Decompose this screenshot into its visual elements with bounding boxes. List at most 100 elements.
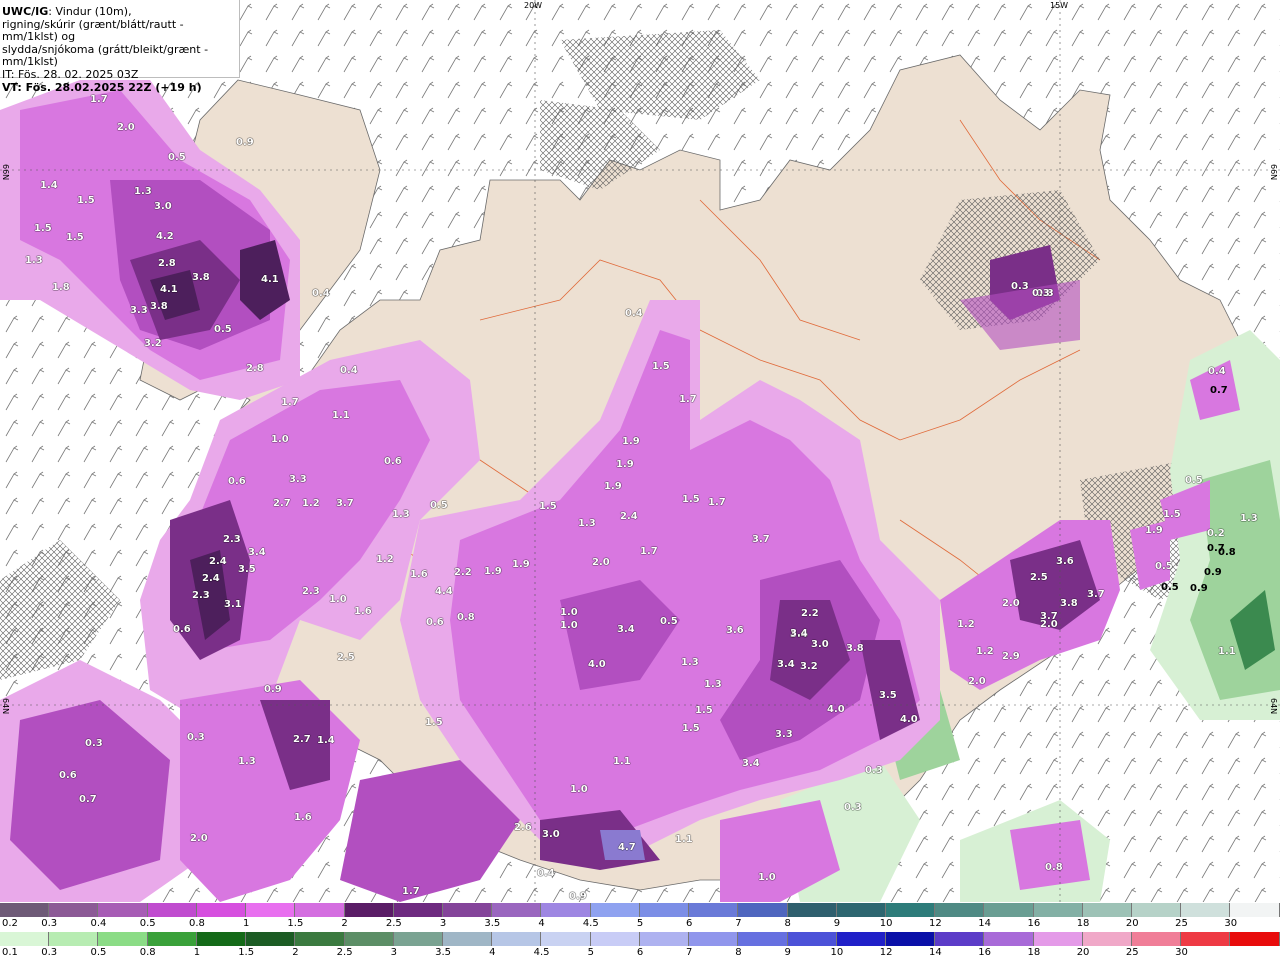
legend-tick-label: 18	[1027, 947, 1041, 958]
precip-value-label: 0.3	[865, 765, 883, 776]
precip-value-label: 1.3	[392, 509, 410, 520]
legend-tick-label: 7	[735, 918, 742, 929]
legend-swatch	[1082, 932, 1133, 946]
precip-value-label: 0.4	[537, 868, 555, 879]
legend-tick-label: 25	[1125, 947, 1139, 958]
legend-tick-label: 2.5	[385, 918, 402, 929]
legend-swatch	[1230, 932, 1280, 946]
legend-swatch	[295, 932, 345, 946]
legend-tick-label: 0.8	[188, 918, 205, 929]
precip-value-label: 1.7	[281, 397, 299, 408]
legend-tick-label: 0.3	[41, 947, 58, 958]
precip-value-label: 1.5	[682, 494, 700, 505]
legend-tick-label: 0.4	[90, 918, 107, 929]
precip-value-label: 0.3	[1011, 281, 1029, 292]
header-valid-time: VT: Fös. 28.02.2025 22Z (+19 h)	[2, 80, 202, 94]
legend-tick-label: 8	[735, 947, 742, 958]
legend-swatch	[738, 932, 788, 946]
precip-value-label: 1.0	[570, 784, 588, 795]
precip-value-label: 0.4	[340, 365, 358, 376]
legend-swatch	[442, 932, 493, 946]
weather-map-figure: 20W 15W 66N 66N 64N 64N 1.7 2.0 0.5 0.9 1.4 1…	[0, 0, 1280, 960]
legend-tick-label: 7	[686, 947, 693, 958]
precip-value-label: 2.4	[209, 556, 227, 567]
precip-value-label: 1.0	[329, 594, 347, 605]
precip-value-label: 0.6	[228, 476, 246, 487]
precip-value-label: 3.4	[248, 547, 266, 558]
legend-swatch	[885, 903, 936, 917]
legend-swatch	[196, 932, 247, 946]
precip-value-label: 3.5	[238, 564, 256, 575]
precip-value-label: 0.5	[1161, 582, 1179, 593]
precip-value-label: 0.9	[569, 891, 587, 902]
legend-swatch	[984, 932, 1034, 946]
precip-value-label: 3.1	[224, 599, 242, 610]
precip-value-label: 2.2	[801, 608, 819, 619]
precip-value-label: 2.0	[592, 557, 610, 568]
legend-tick-label: 6	[636, 947, 644, 958]
lon-label-20w: 20W	[524, 1, 543, 10]
precip-value-label: 0.6	[384, 456, 402, 467]
precip-value-label: 1.3	[25, 255, 43, 266]
precip-value-label: 0.4	[312, 288, 330, 299]
legend-tick-label: 1	[242, 918, 250, 929]
legend-swatch	[492, 932, 542, 946]
precip-value-label: 3.6	[1056, 556, 1074, 567]
legend-swatch	[98, 903, 148, 917]
legend-swatch	[1132, 932, 1182, 946]
precip-value-label: 1.3	[238, 756, 256, 767]
precip-value-label: 1.9	[484, 566, 502, 577]
legend-swatch	[689, 932, 739, 946]
precip-value-label: 4.0	[900, 714, 918, 725]
precip-value-label: 1.7	[640, 546, 658, 557]
legend-tick-label: 3.5	[435, 947, 452, 958]
legend-tick-label: 2	[341, 918, 348, 929]
legend-swatch	[0, 903, 50, 917]
precip-value-label: 0.5	[214, 324, 232, 335]
precip-value-label: 3.4	[617, 624, 635, 635]
precip-value-label: 2.5	[1030, 572, 1048, 583]
precip-value-label: 4.0	[588, 659, 606, 670]
precip-value-label: 0.6	[59, 770, 77, 781]
legend-swatch	[147, 903, 197, 917]
precip-value-label: 2.0	[190, 833, 208, 844]
model-name: UWC/IG	[2, 5, 49, 18]
legend-tick-label: 0.1	[2, 947, 18, 958]
legend-swatch	[590, 903, 640, 917]
precip-value-label: 0.8	[1218, 547, 1236, 558]
legend-tick-label: 2.5	[336, 947, 353, 958]
precip-value-label: 1.5	[34, 223, 52, 234]
precip-value-label: 3.3	[775, 729, 793, 740]
legend-tick-label: 20	[1125, 918, 1139, 929]
legend-swatch	[738, 903, 788, 917]
legend-tick-label: 3	[390, 947, 398, 958]
precip-value-label: 0.3	[85, 738, 103, 749]
precip-value-label: 2.3	[192, 590, 210, 601]
legend-tick-label: 12	[929, 918, 942, 929]
legend-swatch	[1033, 932, 1083, 946]
legend-tick-label: 14	[978, 918, 991, 929]
precip-value-label: 2.4	[202, 573, 220, 584]
precip-value-label: 0.7	[79, 794, 97, 805]
legend-swatch	[393, 903, 443, 917]
precip-value-label: 0.7	[1210, 385, 1228, 396]
legend-swatch	[442, 903, 493, 917]
legend-tick-label: 1	[193, 947, 201, 958]
precip-value-label: 3.0	[811, 639, 829, 650]
legend-snow-colorbar	[0, 903, 1280, 917]
precip-value-label: 1.9	[1145, 525, 1163, 536]
legend-swatch	[344, 932, 394, 946]
precip-value-label: 3.7	[1087, 589, 1105, 600]
legend-swatch	[492, 903, 542, 917]
legend-tick-label: 0.3	[41, 918, 58, 929]
precip-value-label: 1.6	[410, 569, 428, 580]
precip-value-label: 2.0	[117, 122, 135, 133]
precip-value-label: 1.6	[354, 606, 372, 617]
precip-value-label: 2.0	[968, 676, 986, 687]
precip-value-label: 2.0	[1002, 598, 1020, 609]
legend-swatch	[689, 903, 739, 917]
legend-tick-label: 3	[439, 918, 447, 929]
precip-value-label: 1.2	[376, 554, 394, 565]
legend-swatch	[1181, 932, 1231, 946]
precip-value-label: 0.9	[1204, 567, 1222, 578]
